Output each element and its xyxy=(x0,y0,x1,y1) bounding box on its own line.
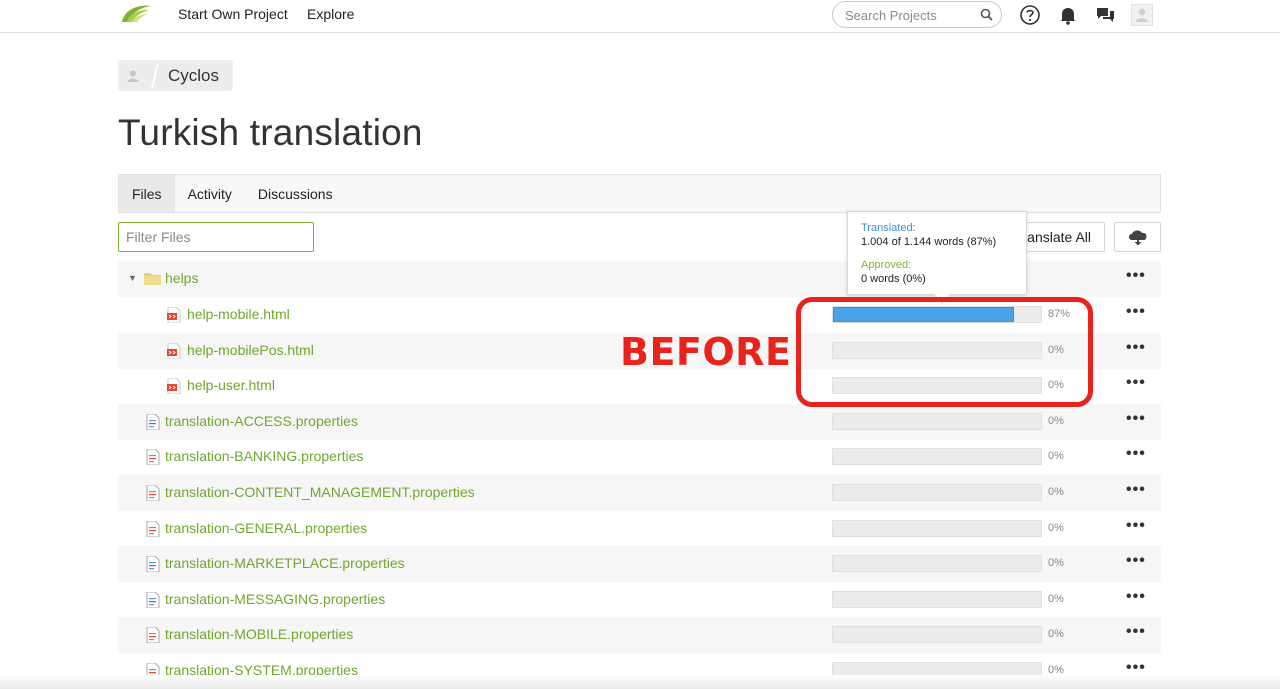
tab-files[interactable]: Files xyxy=(119,175,175,212)
properties-file-icon xyxy=(146,449,160,465)
top-navbar: Start Own Project Explore xyxy=(0,0,1280,33)
file-row[interactable]: translation-MARKETPLACE.properties 0% ••• xyxy=(118,546,1161,582)
file-more-menu[interactable]: ••• xyxy=(1126,588,1146,606)
breadcrumb-project-link[interactable]: Cyclos xyxy=(162,66,233,86)
translation-progress-bar[interactable] xyxy=(832,484,1042,501)
file-row[interactable]: translation-ACCESS.properties 0% ••• xyxy=(118,404,1161,440)
file-row[interactable]: translation-MESSAGING.properties 0% ••• xyxy=(118,582,1161,618)
filter-files-input[interactable] xyxy=(119,223,313,251)
file-more-menu[interactable]: ••• xyxy=(1126,445,1146,463)
file-row[interactable]: translation-GENERAL.properties 0% ••• xyxy=(118,511,1161,547)
tooltip-approved-value: 0 words (0%) xyxy=(861,273,926,285)
search-input[interactable] xyxy=(845,6,975,24)
tooltip-approved-label: Approved: xyxy=(861,259,912,271)
file-more-menu[interactable]: ••• xyxy=(1126,339,1146,357)
folder-name[interactable]: helps xyxy=(165,270,198,286)
file-name-link[interactable]: translation-MARKETPLACE.properties xyxy=(165,555,405,571)
properties-file-icon xyxy=(146,414,160,430)
file-more-menu[interactable]: ••• xyxy=(1126,517,1146,535)
user-avatar[interactable] xyxy=(1131,4,1153,26)
help-icon[interactable] xyxy=(1019,4,1041,26)
file-more-menu[interactable]: ••• xyxy=(1126,374,1146,392)
file-name-link[interactable]: help-mobile.html xyxy=(187,306,290,322)
explore-link[interactable]: Explore xyxy=(307,6,354,22)
file-name-link[interactable]: translation-GENERAL.properties xyxy=(165,520,367,536)
html-file-icon xyxy=(167,307,181,323)
translation-progress-bar[interactable] xyxy=(832,591,1042,608)
search-box xyxy=(832,1,1002,28)
file-name-link[interactable]: translation-MESSAGING.properties xyxy=(165,591,385,607)
translation-progress-bar[interactable] xyxy=(832,626,1042,643)
progress-percent: 0% xyxy=(1048,557,1064,569)
file-more-menu[interactable]: ••• xyxy=(1126,303,1146,321)
tab-activity[interactable]: Activity xyxy=(175,175,245,212)
messages-icon[interactable] xyxy=(1094,4,1116,26)
tooltip-translated-value: 1.004 of 1.144 words (87%) xyxy=(861,236,997,248)
translation-progress-bar[interactable] xyxy=(832,413,1042,430)
progress-percent: 0% xyxy=(1048,415,1064,427)
translation-progress-bar[interactable] xyxy=(832,520,1042,537)
collapse-caret-icon[interactable]: ▼ xyxy=(128,273,137,283)
before-annotation-box xyxy=(796,297,1093,407)
file-name-link[interactable]: translation-CONTENT_MANAGEMENT.propertie… xyxy=(165,484,475,500)
user-icon xyxy=(127,70,139,82)
breadcrumb: Cyclos xyxy=(118,60,234,91)
tooltip-translated-label: Translated: xyxy=(861,222,916,234)
file-name-link[interactable]: translation-MOBILE.properties xyxy=(165,626,353,642)
properties-file-icon xyxy=(146,556,160,572)
folder-more-menu[interactable]: ••• xyxy=(1126,267,1146,285)
crowdin-logo-icon[interactable] xyxy=(118,2,154,28)
file-name-link[interactable]: translation-BANKING.properties xyxy=(165,448,363,464)
file-more-menu[interactable]: ••• xyxy=(1126,552,1146,570)
bottom-shadow xyxy=(0,675,1280,689)
translation-progress-bar[interactable] xyxy=(832,555,1042,572)
properties-file-icon xyxy=(146,627,160,643)
download-button[interactable] xyxy=(1114,222,1161,252)
tab-bar: Files Activity Discussions xyxy=(118,174,1161,213)
file-row[interactable]: translation-CONTENT_MANAGEMENT.propertie… xyxy=(118,475,1161,511)
html-file-icon xyxy=(167,343,181,359)
start-own-project-link[interactable]: Start Own Project xyxy=(178,6,288,22)
notifications-bell-icon[interactable] xyxy=(1057,4,1079,26)
file-row[interactable]: translation-MOBILE.properties 0% ••• xyxy=(118,617,1161,653)
file-name-link[interactable]: help-mobilePos.html xyxy=(187,342,314,358)
owner-avatar[interactable] xyxy=(118,60,148,91)
properties-file-icon xyxy=(146,485,160,501)
filter-files xyxy=(118,222,314,252)
user-icon xyxy=(1136,8,1148,22)
file-name-link[interactable]: translation-ACCESS.properties xyxy=(165,413,358,429)
file-row[interactable]: translation-BANKING.properties 0% ••• xyxy=(118,439,1161,475)
progress-percent: 0% xyxy=(1048,593,1064,605)
before-annotation-label: BEFORE xyxy=(620,330,792,374)
file-more-menu[interactable]: ••• xyxy=(1126,481,1146,499)
page-title: Turkish translation xyxy=(118,112,423,153)
file-more-menu[interactable]: ••• xyxy=(1126,623,1146,641)
breadcrumb-separator xyxy=(151,62,159,89)
progress-percent: 0% xyxy=(1048,628,1064,640)
translation-progress-bar[interactable] xyxy=(832,448,1042,465)
folder-icon xyxy=(144,273,161,285)
properties-file-icon xyxy=(146,521,160,537)
file-name-link[interactable]: help-user.html xyxy=(187,377,275,393)
file-more-menu[interactable]: ••• xyxy=(1126,410,1146,428)
progress-tooltip: Translated: 1.004 of 1.144 words (87%) A… xyxy=(847,211,1027,304)
progress-percent: 0% xyxy=(1048,486,1064,498)
progress-percent: 0% xyxy=(1048,450,1064,462)
properties-file-icon xyxy=(146,592,160,608)
cloud-download-icon xyxy=(1128,230,1146,246)
tab-discussions[interactable]: Discussions xyxy=(245,175,346,212)
progress-percent: 0% xyxy=(1048,522,1064,534)
html-file-icon xyxy=(167,378,181,394)
search-icon[interactable] xyxy=(980,8,993,21)
